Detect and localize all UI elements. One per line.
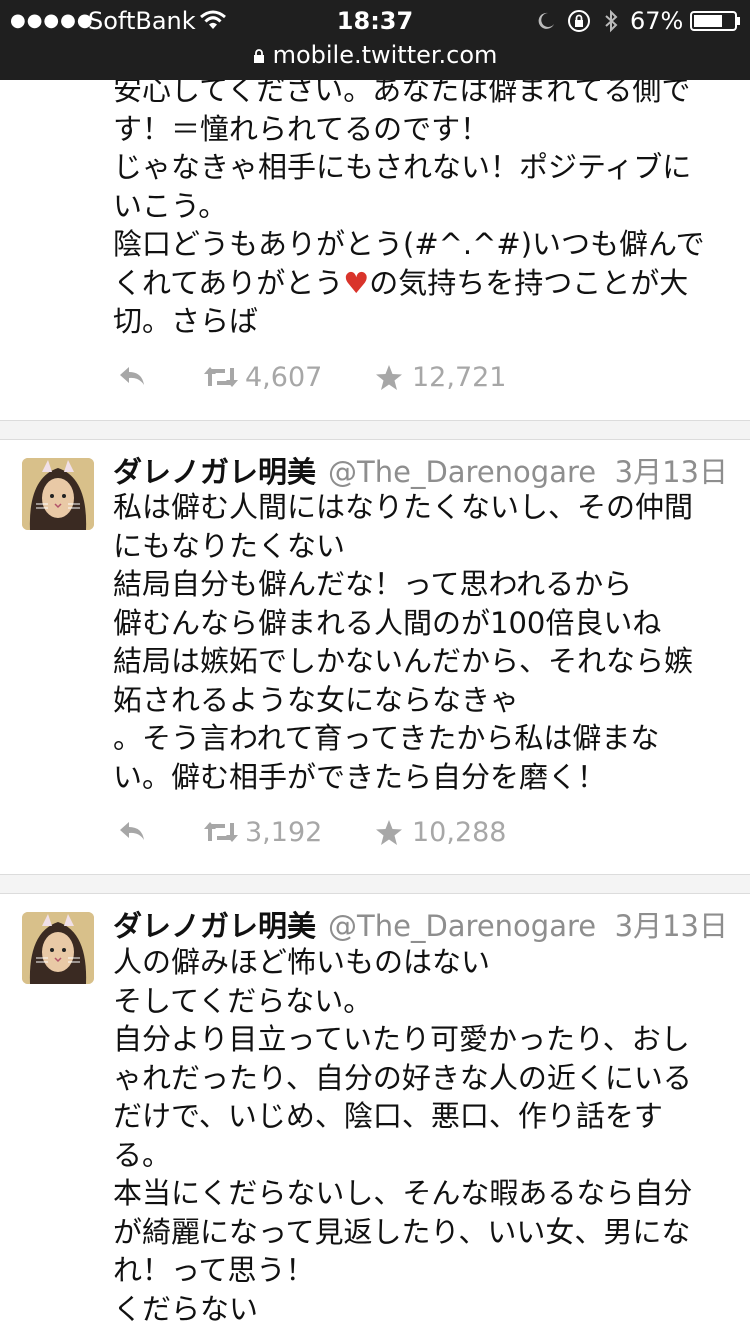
reply-icon[interactable] [117, 819, 147, 843]
tweet-date[interactable]: 3月13日 [615, 906, 728, 946]
favorite-count: 10,288 [412, 817, 507, 848]
star-icon[interactable] [375, 364, 403, 392]
avatar[interactable] [22, 912, 94, 984]
status-bar: ●●●●● SoftBank 18:37 67% mobile.twitter.… [0, 0, 750, 80]
url-text: mobile.twitter.com [272, 41, 498, 69]
star-icon[interactable] [375, 819, 403, 847]
user-handle[interactable]: @The_Darenogare [328, 909, 596, 943]
display-name[interactable]: ダレノガレ明美 [113, 455, 316, 489]
avatar-image [22, 912, 94, 984]
tweet-actions: 4,607 12,721 [117, 358, 537, 398]
retweet-count: 4,607 [245, 362, 323, 393]
tweet-date[interactable]: 3月13日 [615, 452, 728, 492]
bluetooth-icon [605, 9, 618, 33]
tweet-actions: 3,192 10,288 [117, 813, 537, 853]
tweet-header: ダレノガレ明美 @The_Darenogare 3月13日 [113, 906, 728, 946]
moon-icon [538, 12, 554, 29]
lock-icon [253, 49, 264, 63]
heart-emoji: ♥ [343, 265, 370, 300]
battery-percentage: 67% [630, 7, 684, 35]
reply-icon[interactable] [117, 364, 147, 388]
rotation-lock-icon [568, 10, 590, 32]
tweet-text: 人の僻みほど怖いものはない そしてくだらない。 自分より目立っていたり可愛かった… [113, 945, 693, 1326]
retweet-icon[interactable] [203, 819, 239, 845]
tweet-divider [0, 420, 750, 440]
address-bar[interactable]: mobile.twitter.com [0, 40, 750, 76]
user-handle[interactable]: @The_Darenogare [328, 455, 596, 489]
retweet-icon[interactable] [203, 364, 239, 390]
favorite-count: 12,721 [412, 362, 507, 393]
tweet-header: ダレノガレ明美 @The_Darenogare 3月13日 [113, 452, 728, 492]
tweet-text: 安心してください。あなたは僻まれてる側です！＝憧れられてるのです！ じゃなきゃ相… [113, 73, 705, 338]
tweet-divider [0, 874, 750, 894]
avatar-image [22, 458, 94, 530]
retweet-count: 3,192 [245, 817, 323, 848]
avatar[interactable] [22, 458, 94, 530]
tweet-text: 私は僻む人間にはなりたくないし、その仲間にもなりたくない 結局自分も僻んだな！っ… [113, 490, 694, 794]
display-name[interactable]: ダレノガレ明美 [113, 909, 316, 943]
battery-icon [690, 11, 740, 31]
